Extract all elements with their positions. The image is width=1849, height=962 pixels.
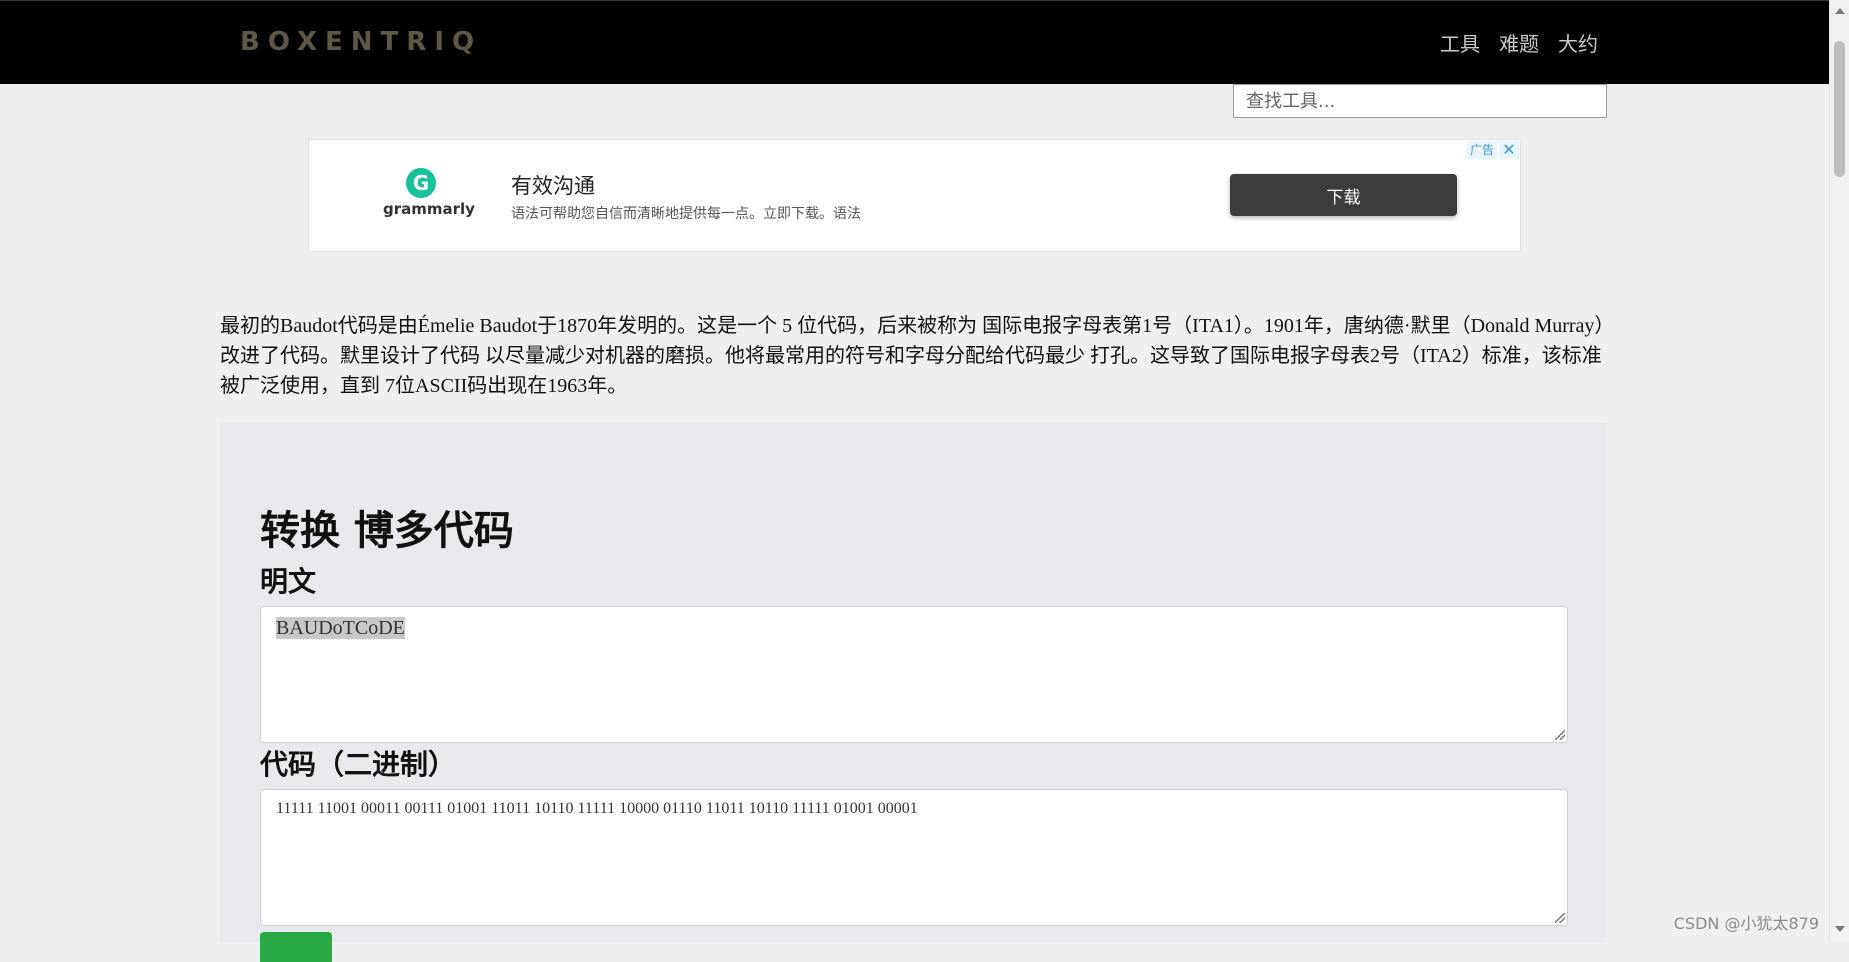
converter-title: 转换 博多代码 xyxy=(260,508,514,554)
brand-logo[interactable]: BOXENTRIQ xyxy=(240,27,482,57)
scroll-up-icon[interactable] xyxy=(1835,8,1845,14)
ad-description: 语法可帮助您自信而清晰地提供每一点。立即下载。语法 xyxy=(511,206,861,222)
plaintext-label: 明文 xyxy=(260,565,317,598)
scroll-down-icon[interactable] xyxy=(1835,926,1845,932)
nav-link-about[interactable]: 大约 xyxy=(1558,28,1598,57)
code-binary-value: 11111 11001 00011 00111 01001 11011 1011… xyxy=(276,800,918,817)
grammarly-logo-text: grammarly xyxy=(383,200,475,218)
page-scrollbar[interactable] xyxy=(1829,0,1849,942)
resize-handle-icon[interactable] xyxy=(1555,913,1565,923)
tool-search-input[interactable] xyxy=(1233,84,1607,118)
ad-badge[interactable]: 广告 xyxy=(1466,141,1497,159)
top-navbar: BOXENTRIQ 工具 难题 大约 xyxy=(0,0,1829,84)
code-binary-textarea[interactable]: 11111 11001 00011 00111 01001 11011 1011… xyxy=(260,789,1568,926)
scroll-thumb[interactable] xyxy=(1834,41,1845,177)
resize-handle-icon[interactable] xyxy=(1555,730,1565,740)
ad-banner[interactable]: G grammarly 有效沟通 语法可帮助您自信而清晰地提供每一点。立即下载。… xyxy=(308,139,1521,252)
ad-title: 有效沟通 xyxy=(511,174,595,198)
code-binary-label: 代码（二进制） xyxy=(260,748,457,781)
plaintext-value: BAUDoTCoDE xyxy=(276,617,405,639)
converter-panel: 转换 博多代码 明文 BAUDoTCoDE 代码（二进制） 11111 1100… xyxy=(220,423,1607,962)
nav-links: 工具 难题 大约 xyxy=(1440,28,1598,57)
intro-paragraph: 最初的Baudot代码是由Émelie Baudot于1870年发明的。这是一个… xyxy=(220,315,1605,397)
ad-download-button[interactable]: 下载 xyxy=(1230,174,1457,216)
convert-button[interactable] xyxy=(260,932,332,962)
nav-link-puzzles[interactable]: 难题 xyxy=(1499,28,1539,57)
close-icon[interactable]: ✕ xyxy=(1499,141,1519,159)
grammarly-logo-icon: G xyxy=(406,168,436,198)
plaintext-textarea[interactable]: BAUDoTCoDE xyxy=(260,606,1568,743)
nav-link-tools[interactable]: 工具 xyxy=(1440,28,1480,57)
csdn-watermark: CSDN @小犹太879 xyxy=(1673,914,1819,933)
